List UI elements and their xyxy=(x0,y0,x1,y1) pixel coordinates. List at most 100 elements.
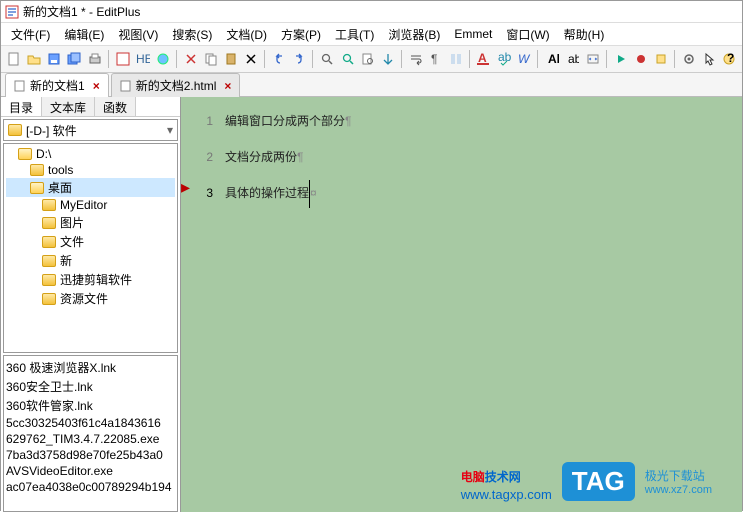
show-marks-button[interactable]: ¶ xyxy=(427,49,445,69)
pointer-button[interactable] xyxy=(700,49,718,69)
drive-selector[interactable]: [-D-] 软件 xyxy=(3,119,178,141)
folder-icon xyxy=(42,293,56,305)
browser-button[interactable] xyxy=(154,49,172,69)
app-icon xyxy=(5,5,19,19)
folder-icon xyxy=(42,217,56,229)
separator xyxy=(176,50,178,68)
file-item[interactable]: 7ba3d3758d98e70fe25b43a0 xyxy=(6,447,175,463)
sidebar-tab[interactable]: 函数 xyxy=(95,97,136,116)
menu-item[interactable]: 工具(T) xyxy=(329,24,380,45)
app-icon-button[interactable] xyxy=(114,49,132,69)
print-button[interactable] xyxy=(86,49,104,69)
save-all-button[interactable] xyxy=(65,49,83,69)
help-button[interactable]: ? xyxy=(720,49,738,69)
sidebar-tab[interactable]: 文本库 xyxy=(42,97,95,116)
document-tab[interactable]: 新的文档2.html× xyxy=(111,73,241,97)
file-item[interactable]: 360软件管家.lnk xyxy=(6,396,175,415)
svg-text:ab: ab xyxy=(568,52,579,66)
file-item[interactable]: AVSVideoEditor.exe xyxy=(6,463,175,479)
find-in-files-button[interactable] xyxy=(359,49,377,69)
editor-area[interactable]: 123 ▸ 编辑窗口分成两个部分¶文档分成两份¶具体的操作过程¤ 电脑技术网 w… xyxy=(181,97,742,512)
file-list[interactable]: 360 极速浏览器X.lnk360安全卫士.lnk360软件管家.lnk5cc3… xyxy=(3,355,178,512)
separator xyxy=(469,50,471,68)
font-color-button[interactable]: A xyxy=(475,49,493,69)
menu-item[interactable]: 视图(V) xyxy=(112,24,164,45)
menu-item[interactable]: 浏览器(B) xyxy=(382,24,446,45)
menu-item[interactable]: 文档(D) xyxy=(220,24,273,45)
drive-icon xyxy=(8,124,22,136)
file-item[interactable]: ac07ea4038e0c00789294b194 xyxy=(6,479,175,495)
delete-button[interactable] xyxy=(242,49,260,69)
close-tab-icon[interactable]: × xyxy=(224,79,231,93)
watermark-site2: 极光下载站 www.xz7.com xyxy=(645,467,712,496)
tree-item[interactable]: 图片 xyxy=(6,213,175,232)
close-tab-icon[interactable]: × xyxy=(93,79,100,93)
undo-button[interactable] xyxy=(270,49,288,69)
bold-button[interactable]: Ab xyxy=(543,49,561,69)
cut-button[interactable] xyxy=(182,49,200,69)
editor-text[interactable]: 编辑窗口分成两个部分¶文档分成两份¶具体的操作过程¤ xyxy=(221,97,742,512)
svg-text:W: W xyxy=(518,52,531,66)
tree-item[interactable]: 文件 xyxy=(6,232,175,251)
menu-item[interactable]: 方案(P) xyxy=(275,24,327,45)
document-tab[interactable]: 新的文档1× xyxy=(5,73,109,97)
tree-item[interactable]: D:\ xyxy=(6,146,175,162)
code-block-button[interactable] xyxy=(583,49,601,69)
sidebar-tabs: 目录文本库函数 xyxy=(1,97,180,117)
menu-item[interactable]: 搜索(S) xyxy=(166,24,218,45)
breakpoint-marker: ▸ xyxy=(181,177,190,198)
file-item[interactable]: 629762_TIM3.4.7.22085.exe xyxy=(6,431,175,447)
menu-item[interactable]: Emmet xyxy=(448,25,498,43)
menu-item[interactable]: 帮助(H) xyxy=(558,24,611,45)
run-button[interactable] xyxy=(612,49,630,69)
separator xyxy=(537,50,539,68)
sidebar: 目录文本库函数 [-D-] 软件 D:\tools桌面MyEditor图片文件新… xyxy=(1,97,181,512)
line-gutter: 123 xyxy=(181,97,221,512)
sidebar-tab[interactable]: 目录 xyxy=(1,97,42,116)
menu-item[interactable]: 编辑(E) xyxy=(58,24,110,45)
settings-button[interactable] xyxy=(680,49,698,69)
folder-icon xyxy=(18,148,32,160)
tree-item[interactable]: 迅捷剪辑软件 xyxy=(6,270,175,289)
tree-item[interactable]: 新 xyxy=(6,251,175,270)
column-button[interactable] xyxy=(447,49,465,69)
tree-item[interactable]: tools xyxy=(6,162,175,178)
svg-text:abc: abc xyxy=(498,52,511,64)
tree-item[interactable]: MyEditor xyxy=(6,197,175,213)
record-button[interactable] xyxy=(632,49,650,69)
paste-button[interactable] xyxy=(222,49,240,69)
lowercase-button[interactable]: ab xyxy=(563,49,581,69)
separator xyxy=(108,50,110,68)
redo-button[interactable] xyxy=(290,49,308,69)
file-item[interactable]: 5cc30325403f61c4a1843616 xyxy=(6,415,175,431)
word-button[interactable]: W xyxy=(515,49,533,69)
tree-item[interactable]: 资源文件 xyxy=(6,289,175,308)
watermark: 电脑技术网 www.tagxp.com TAG 极光下载站 www.xz7.co… xyxy=(461,461,712,502)
svg-text:¶: ¶ xyxy=(431,52,437,66)
tree-item[interactable]: 桌面 xyxy=(6,178,175,197)
drive-label: [-D-] 软件 xyxy=(26,122,77,139)
file-item[interactable]: 360安全卫士.lnk xyxy=(6,377,175,396)
save-button[interactable] xyxy=(45,49,63,69)
goto-button[interactable] xyxy=(379,49,397,69)
find-button[interactable] xyxy=(318,49,336,69)
tools-button[interactable] xyxy=(652,49,670,69)
folder-tree[interactable]: D:\tools桌面MyEditor图片文件新迅捷剪辑软件资源文件 xyxy=(3,143,178,353)
copy-button[interactable] xyxy=(202,49,220,69)
wordwrap-button[interactable] xyxy=(407,49,425,69)
hex-button[interactable]: HEX xyxy=(134,49,152,69)
replace-button[interactable] xyxy=(338,49,356,69)
title-bar: 新的文档1 * - EditPlus xyxy=(1,1,742,23)
open-file-button[interactable] xyxy=(25,49,43,69)
spellcheck-button[interactable]: abc xyxy=(495,49,513,69)
svg-text:Ab: Ab xyxy=(548,52,559,66)
file-item[interactable]: 360 极速浏览器X.lnk xyxy=(6,358,175,377)
menu-bar: 文件(F)编辑(E)视图(V)搜索(S)文档(D)方案(P)工具(T)浏览器(B… xyxy=(1,23,742,45)
new-file-button[interactable] xyxy=(5,49,23,69)
menu-item[interactable]: 窗口(W) xyxy=(500,24,555,45)
folder-icon xyxy=(42,255,56,267)
separator xyxy=(606,50,608,68)
separator xyxy=(401,50,403,68)
menu-item[interactable]: 文件(F) xyxy=(5,24,56,45)
separator xyxy=(674,50,676,68)
